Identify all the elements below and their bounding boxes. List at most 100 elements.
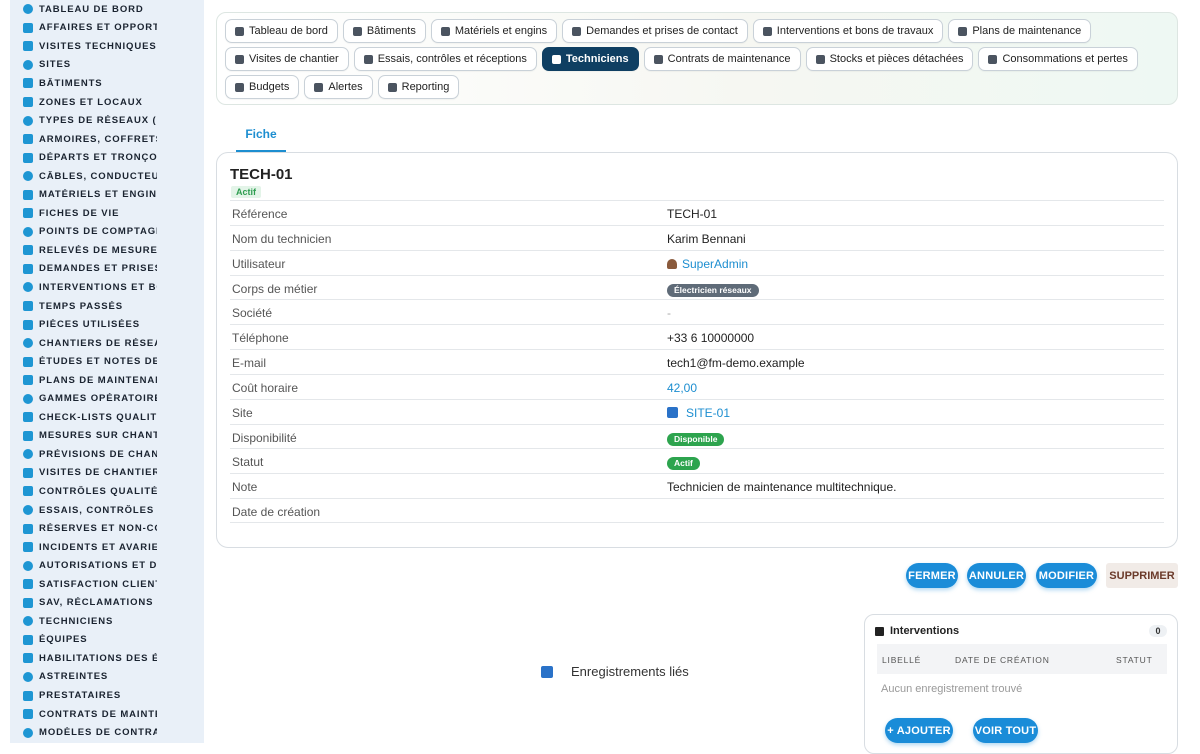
sidebar-item[interactable]: Visites techniques et études (10, 37, 204, 56)
sidebar-item[interactable]: Réserves et non-conformités (10, 519, 204, 538)
sidebar-item-label: Matériels et engins (39, 189, 157, 201)
sidebar-item[interactable]: Habilitations des équipes (10, 649, 204, 668)
view-all-button[interactable]: VOIR TOUT (973, 718, 1038, 743)
sidebar-item[interactable]: Contrats de maintenance (10, 705, 204, 724)
sidebar-item[interactable]: Interventions et bons de travaux (10, 278, 204, 297)
sidebar-item[interactable]: Autorisations et DICT (10, 556, 204, 575)
sidebar-item[interactable]: Bâtiments (10, 74, 204, 93)
sidebar-item[interactable]: Relevés de mesures (10, 241, 204, 260)
sidebar-item[interactable]: Tableau de bord (10, 0, 204, 19)
module-tab[interactable]: Reporting (377, 75, 460, 99)
record-card: TECH-01 Actif Référence TECH-01 Nom du te… (216, 152, 1178, 548)
sidebar-item[interactable]: Études et notes de calcul (10, 352, 204, 371)
field-value: 42,00 (667, 380, 698, 395)
sidebar-item[interactable]: Contrôles qualité (10, 482, 204, 501)
tab-label: Stocks et pièces détachées (829, 53, 964, 65)
sidebar-item[interactable]: Astreintes (10, 668, 204, 687)
field-label: Téléphone (232, 331, 289, 346)
building-icon (23, 78, 33, 89)
sidebar-item[interactable]: Fiches de vie (10, 204, 204, 223)
sidebar-item-label: Pièces utilisées (39, 319, 140, 331)
module-tab[interactable]: Bâtiments (342, 19, 426, 43)
sidebar-item[interactable]: SAV, réclamations et litiges (10, 594, 204, 613)
sidebar-item[interactable]: Satisfaction client (10, 575, 204, 594)
sidebar-item[interactable]: Essais, contrôles et réceptions (10, 501, 204, 520)
module-tab[interactable]: Essais, contrôles et réceptions (353, 47, 537, 71)
tab-fiche[interactable]: Fiche (236, 118, 286, 152)
sidebar-item[interactable]: Visites de chantier (10, 464, 204, 483)
sidebar-item[interactable]: Mesures sur chantier (10, 427, 204, 446)
sidebar-item[interactable]: Chantiers de réseaux (10, 334, 204, 353)
sidebar-item[interactable]: Zones et locaux (10, 93, 204, 112)
money-icon (235, 82, 244, 92)
sidebar-item[interactable]: Départs et tronçons (10, 148, 204, 167)
field-availability: Disponibilité Disponible (230, 423, 1164, 449)
checklist-icon (23, 412, 33, 423)
signature-icon (23, 560, 33, 571)
delete-button[interactable]: SUPPRIMER (1106, 563, 1178, 588)
site-link[interactable]: SITE-01 (667, 406, 730, 420)
column-header[interactable]: Date de création (955, 655, 1050, 665)
sidebar-item[interactable]: Types de réseaux (BT / HTA) (10, 111, 204, 130)
sidebar-item-label: Armoires, coffrets et tableaux (39, 133, 157, 145)
sidebar-item[interactable]: Plans de maintenance (10, 371, 204, 390)
sidebar-item[interactable]: Prestataires (10, 686, 204, 705)
module-tab[interactable]: Consommations et pertes (978, 47, 1138, 71)
module-tab[interactable]: Alertes (304, 75, 373, 99)
module-tab[interactable]: Interventions et bons de travaux (752, 19, 944, 43)
sidebar-item-label: Autorisations et DICT (39, 560, 157, 572)
module-tabs-panel: Tableau de bord Bâtiments Matériels et eng… (216, 12, 1178, 105)
users-icon (23, 634, 33, 645)
module-tab[interactable]: Matériels et engins (430, 19, 558, 43)
sidebar-item[interactable]: Sites (10, 56, 204, 75)
sidebar-item[interactable]: Matériels et engins (10, 185, 204, 204)
module-tab[interactable]: Budgets (225, 75, 300, 99)
sidebar-item-label: Câbles, conducteurs (39, 170, 157, 182)
sidebar-item[interactable]: Armoires, coffrets et tableaux (10, 130, 204, 149)
sidebar-item[interactable]: Gammes opératoires (10, 389, 204, 408)
module-tab[interactable]: Demandes et prises de contact (562, 19, 748, 43)
field-site: Site SITE-01 (230, 398, 1164, 424)
sidebar-item-label: Points de comptage et mesure (39, 226, 157, 238)
history-icon (23, 208, 33, 219)
sidebar-item[interactable]: Techniciens (10, 612, 204, 631)
sidebar-item[interactable]: Demandes et prises de contact (10, 260, 204, 279)
sidebar-item[interactable]: Câbles, conducteurs (10, 167, 204, 186)
module-tab[interactable]: Plans de maintenance (948, 19, 1092, 43)
sidebar-item-label: Contrôles qualité (39, 485, 157, 497)
module-tab[interactable]: Contrats de maintenance (643, 47, 801, 71)
sidebar-item[interactable]: Pièces utilisées (10, 315, 204, 334)
column-header[interactable]: Libellé (882, 655, 921, 665)
cabinet-icon (23, 134, 33, 145)
sidebar-item[interactable]: Points de comptage et mesure (10, 223, 204, 242)
thermometer-icon (23, 430, 33, 441)
tab-label: Tableau de bord (249, 25, 328, 37)
route-icon (23, 467, 33, 478)
sidebar-item[interactable]: Incidents et avaries (10, 538, 204, 557)
dashboard-icon (23, 4, 33, 15)
add-button[interactable]: + AJOUTER (885, 718, 953, 743)
module-tab[interactable]: Tableau de bord (225, 19, 338, 43)
sidebar-item[interactable]: Temps passés (10, 297, 204, 316)
sidebar-item[interactable]: Affaires et opportunités (10, 19, 204, 38)
question-icon (572, 26, 582, 36)
user-link[interactable]: SuperAdmin (667, 257, 748, 271)
cancel-button[interactable]: ANNULER (967, 563, 1026, 588)
sidebar-item[interactable]: Check-lists qualité (10, 408, 204, 427)
sidebar-item[interactable]: Équipes (10, 631, 204, 650)
field-reference: Référence TECH-01 (230, 200, 1164, 225)
sidebar-item[interactable]: Prévisions de chantier (10, 445, 204, 464)
field-label: Nom du technicien (232, 231, 332, 246)
edit-button[interactable]: MODIFIER (1036, 563, 1097, 588)
sidebar-item[interactable]: Modèles de contrats (10, 723, 204, 742)
dashboard-icon (235, 26, 244, 36)
module-tab[interactable]: Techniciens (541, 47, 639, 71)
module-tab[interactable]: Visites de chantier (225, 47, 349, 71)
module-tab[interactable]: Stocks et pièces détachées (805, 47, 974, 71)
close-button[interactable]: FERMER (906, 563, 958, 588)
search-icon (23, 486, 33, 497)
list-icon (23, 393, 33, 404)
phone-icon (23, 671, 33, 682)
sidebar-item-label: Fiches de vie (39, 207, 120, 219)
column-header[interactable]: Statut (1116, 655, 1153, 665)
